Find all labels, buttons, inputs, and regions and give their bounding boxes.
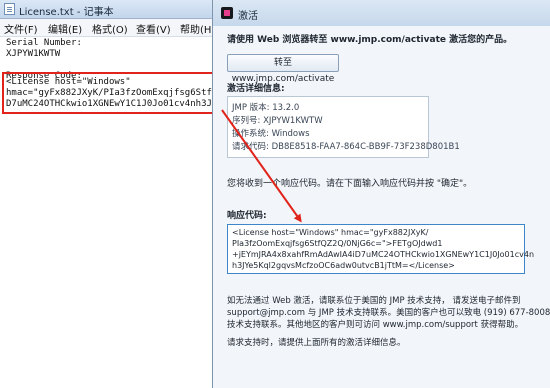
notepad-window: License.txt - 记事本 文件(F) 编辑(E) 格式(O) 查看(V… [0,0,231,388]
dialog-titlebar[interactable]: 激活 [213,0,550,26]
text-line: XJPYW1KWTW [6,49,61,59]
notepad-menubar: 文件(F) 编辑(E) 格式(O) 查看(V) 帮助(H) [0,19,230,37]
response-heading: 响应代码: [227,211,267,221]
help-line: 技术支持联系。其他地区的客户则可访问 www.jmp.com/support 获… [227,320,524,330]
text-line: Serial Number: [6,38,82,48]
activation-instruction: 请使用 Web 浏览器转至 www.jmp.com/activate 激活您的产… [227,35,513,45]
menu-help[interactable]: 帮助(H) [180,21,215,36]
support-footer-note: 请求支持时，请提供上面所有的激活详细信息。 [227,338,406,348]
help-line: 如无法通过 Web 激活，请联系位于美国的 JMP 技术支持， 请发送电子邮件到 [227,296,521,306]
response-line: PIa3fzOomExqjfsg6StfQZ2Q/0NjG6c=">FETgOJ… [232,239,443,248]
menu-edit[interactable]: 编辑(E) [48,21,82,36]
activation-details-box: JMP 版本: 13.2.0 序列号: XJPYW1KWTW 操作系统: Win… [227,96,460,158]
menu-file[interactable]: 文件(F) [4,21,38,36]
activation-dialog: 激活 请使用 Web 浏览器转至 www.jmp.com/activate 激活… [212,0,550,388]
response-line: <License host="Windows" hmac="gyFx882JXy… [232,228,429,237]
jmp-app-icon [221,7,233,19]
response-line: h3JYe5Kql2gqvsMcfzoOC6adw0utvcB1jTtM=</L… [232,261,455,270]
dialog-title: 激活 [238,11,258,22]
dialog-body: 请使用 Web 浏览器转至 www.jmp.com/activate 激活您的产… [213,26,550,388]
detail-serial: 序列号: XJPYW1KWTW [232,116,323,126]
goto-activate-button[interactable]: 转至 www.jmp.com/activate [227,54,339,84]
menu-format[interactable]: 格式(O) [92,21,128,36]
detail-request-code: 请求代码: DB8E8518-FAA7-864C-BB9F-73F238D801… [232,142,460,152]
response-line: +jEYmJRA4x8xahfRmAdAwIA4iD7uMC24OTHCkwio… [232,250,535,259]
notepad-titlebar[interactable]: License.txt - 记事本 [0,0,230,19]
notepad-title: License.txt - 记事本 [19,7,114,18]
help-line: support@jmp.com 与 JMP 技术支持联系。美国的客户也可以致电 … [227,308,550,318]
menu-view[interactable]: 查看(V) [136,21,171,36]
receive-note: 您将收到一个响应代码。请在下面输入响应代码并按 "确定"。 [227,179,473,189]
details-heading: 激活详细信息: [227,84,285,94]
response-code-input[interactable]: <License host="Windows" hmac="gyFx882JXy… [227,224,534,274]
detail-version: JMP 版本: 13.2.0 [232,103,300,113]
detail-os: 操作系统: Windows [232,129,310,139]
response-highlight-box [2,72,222,114]
notepad-icon [4,3,15,15]
